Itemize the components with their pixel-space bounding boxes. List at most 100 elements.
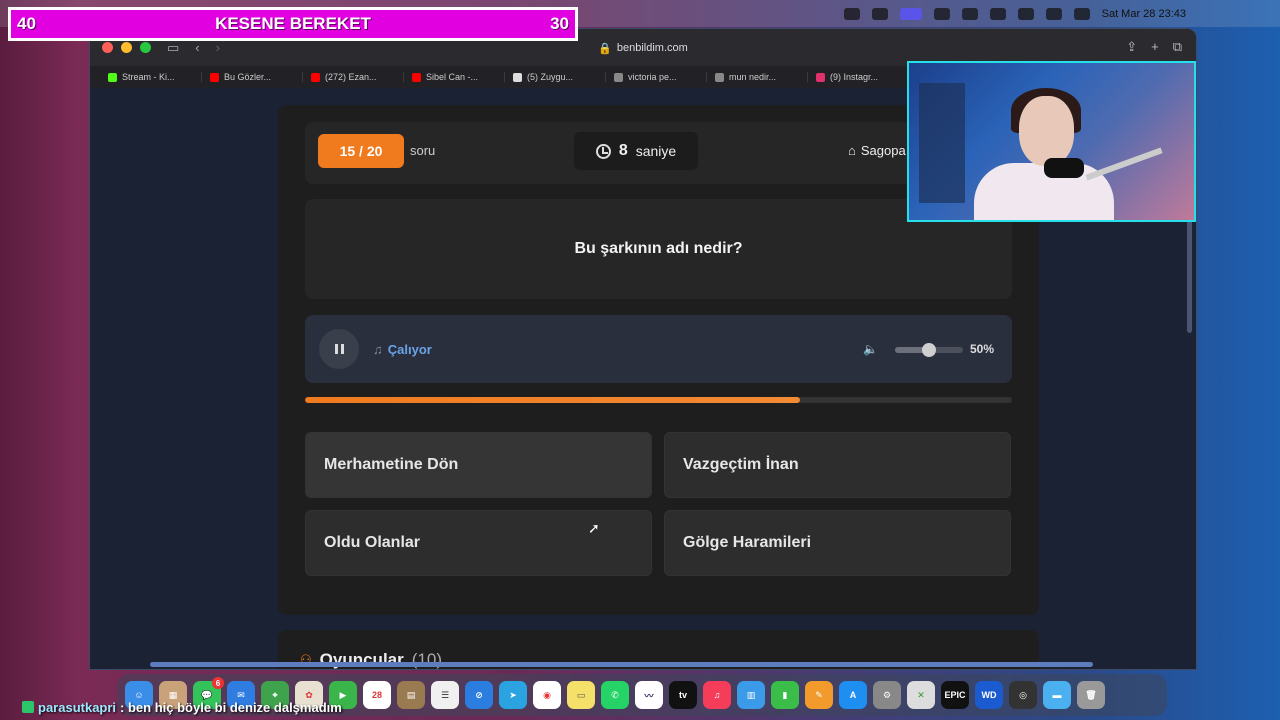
webcam-overlay (907, 61, 1196, 222)
playback-status: ♫ Çalıyor (373, 342, 432, 357)
tab-favicon-icon (715, 72, 724, 82)
browser-tab[interactable]: Stream - Ki... (100, 72, 201, 82)
tab-label: victoria pe... (628, 72, 677, 82)
menubar-control-center-icon[interactable] (1073, 7, 1090, 20)
volume-icon[interactable]: 🔈 (863, 342, 878, 356)
tab-label: Sibel Can -... (426, 72, 479, 82)
players-count: (10) (411, 650, 442, 669)
overlay-title: KESENE BEREKET (215, 14, 371, 33)
lock-icon: 🔒 (598, 42, 612, 55)
browser-tab[interactable]: victoria pe... (605, 72, 706, 82)
horizontal-scrollbar[interactable] (150, 662, 1093, 667)
pause-icon (334, 344, 338, 354)
reminders-icon[interactable]: ☰ (431, 681, 459, 709)
epic-games-icon[interactable]: EPIC (941, 681, 969, 709)
safari-icon[interactable]: ⊘ (465, 681, 493, 709)
timer-unit: saniye (635, 143, 677, 159)
tab-label: (5) Zuygu... (527, 72, 574, 82)
address-bar[interactable]: 🔒 benbildim.com (420, 38, 866, 58)
audio-player: ♫ Çalıyor 🔈 50% (305, 315, 1012, 383)
answer-option-2[interactable]: Vazgeçtim İnan (664, 432, 1011, 498)
answer-option-3[interactable]: Oldu Olanlar (305, 510, 652, 576)
xcode-tool-icon[interactable]: ✕ (907, 681, 935, 709)
music-icon[interactable]: ♫ (703, 681, 731, 709)
pause-icon (340, 344, 344, 354)
tab-favicon-icon (513, 72, 522, 82)
menubar-status-icon[interactable] (933, 7, 950, 20)
menubar-status-icon[interactable] (871, 7, 888, 20)
pause-button[interactable] (319, 329, 359, 369)
chat-text: : ben hiç böyle bi denize dalşmadım (120, 699, 342, 715)
question-counter-label: soru (410, 143, 436, 158)
messages-badge: 6 (212, 677, 224, 689)
quiz-info-bar: 15 / 20 soru 8 saniye ⌂ Sagopa (305, 122, 1012, 184)
notes-folder-icon[interactable]: ▤ (397, 681, 425, 709)
tab-label: Bu Gözler... (224, 72, 272, 82)
browser-tab[interactable]: Bu Gözler... (201, 72, 302, 82)
window-controls (102, 42, 151, 53)
browser-tab[interactable]: Sibel Can -... (403, 72, 504, 82)
telegram-icon[interactable]: ➤ (499, 681, 527, 709)
tab-favicon-icon (614, 72, 623, 82)
notes-icon[interactable]: ▭ (567, 681, 595, 709)
freeform-icon[interactable]: 〰 (635, 681, 663, 709)
menubar-wifi-icon[interactable] (1017, 7, 1034, 20)
overlay-left-number: 40 (17, 14, 36, 33)
calendar-icon[interactable]: 28 (363, 681, 391, 709)
keynote-icon[interactable]: ▥ (737, 681, 765, 709)
obs-icon[interactable]: ◎ (1009, 681, 1037, 709)
numbers-icon[interactable]: ▮ (771, 681, 799, 709)
close-window-button[interactable] (102, 42, 113, 53)
volume-percent: 50% (970, 342, 995, 356)
trash-icon[interactable]: 🗑 (1077, 681, 1105, 709)
webcam-mic-arm (1085, 147, 1163, 181)
whatsapp-icon[interactable]: ✆ (601, 681, 629, 709)
tab-label: (9) Instagr... (830, 72, 879, 82)
browser-tab[interactable]: mun nedir... (706, 72, 807, 82)
music-note-icon: ♫ (373, 342, 383, 357)
timer: 8 saniye (574, 132, 698, 170)
minimize-window-button[interactable] (121, 42, 132, 53)
playback-status-label: Çalıyor (387, 342, 432, 357)
clock-icon (595, 143, 611, 159)
new-tab-icon[interactable]: + (1151, 39, 1159, 55)
menubar-screen-icon[interactable] (899, 7, 922, 20)
webcam-person-face (1019, 96, 1074, 166)
share-icon[interactable]: ⇪ (1126, 39, 1137, 55)
wd-discovery-icon[interactable]: WD (975, 681, 1003, 709)
volume-slider[interactable] (895, 343, 963, 357)
system-settings-icon[interactable]: ⚙ (873, 681, 901, 709)
downloads-folder-icon[interactable]: ▬ (1043, 681, 1071, 709)
browser-tab[interactable]: (9) Instagr... (807, 72, 908, 82)
apple-tv-icon[interactable]: tv (669, 681, 697, 709)
browser-tab[interactable]: (272) Ezan... (302, 72, 403, 82)
chrome-icon[interactable]: ◉ (533, 681, 561, 709)
url-text: benbildim.com (616, 42, 688, 54)
answer-option-4[interactable]: Gölge Haramileri (664, 510, 1011, 576)
sidebar-toggle-icon[interactable]: ▭ (167, 40, 179, 56)
volume-slider-handle[interactable] (922, 343, 936, 357)
chat-badge-icon (22, 701, 34, 713)
pages-icon[interactable]: ✎ (805, 681, 833, 709)
app-store-icon[interactable]: A (839, 681, 867, 709)
forward-arrow-icon[interactable]: › (216, 40, 220, 55)
creator-name: Sagopa (860, 143, 906, 158)
toolbar-right-actions: ⇪ + ⧉ (1126, 39, 1182, 55)
menubar-status-icon[interactable] (961, 7, 978, 20)
back-arrow-icon[interactable]: ‹ (195, 40, 199, 55)
menubar-battery-icon[interactable] (989, 7, 1006, 20)
tag-icon: ⌂ (848, 143, 856, 158)
tab-favicon-icon (210, 72, 219, 82)
question-text: Bu şarkının adı nedir? (305, 199, 1012, 299)
menubar-clock[interactable]: Sat Mar 28 23:43 (1102, 8, 1186, 20)
menubar-status-icon[interactable] (843, 7, 860, 20)
webcam-bookshelf (919, 83, 965, 203)
menubar-search-icon[interactable] (1045, 7, 1062, 20)
tab-overview-icon[interactable]: ⧉ (1173, 39, 1182, 55)
timer-value: 8 (618, 142, 628, 159)
tab-label: mun nedir... (729, 72, 777, 82)
answer-option-1[interactable]: Merhametine Dön (305, 432, 652, 498)
stream-chat-message: parasutkapri : ben hiç böyle bi denize d… (22, 698, 342, 716)
browser-tab[interactable]: (5) Zuygu... (504, 72, 605, 82)
fullscreen-window-button[interactable] (140, 42, 151, 53)
